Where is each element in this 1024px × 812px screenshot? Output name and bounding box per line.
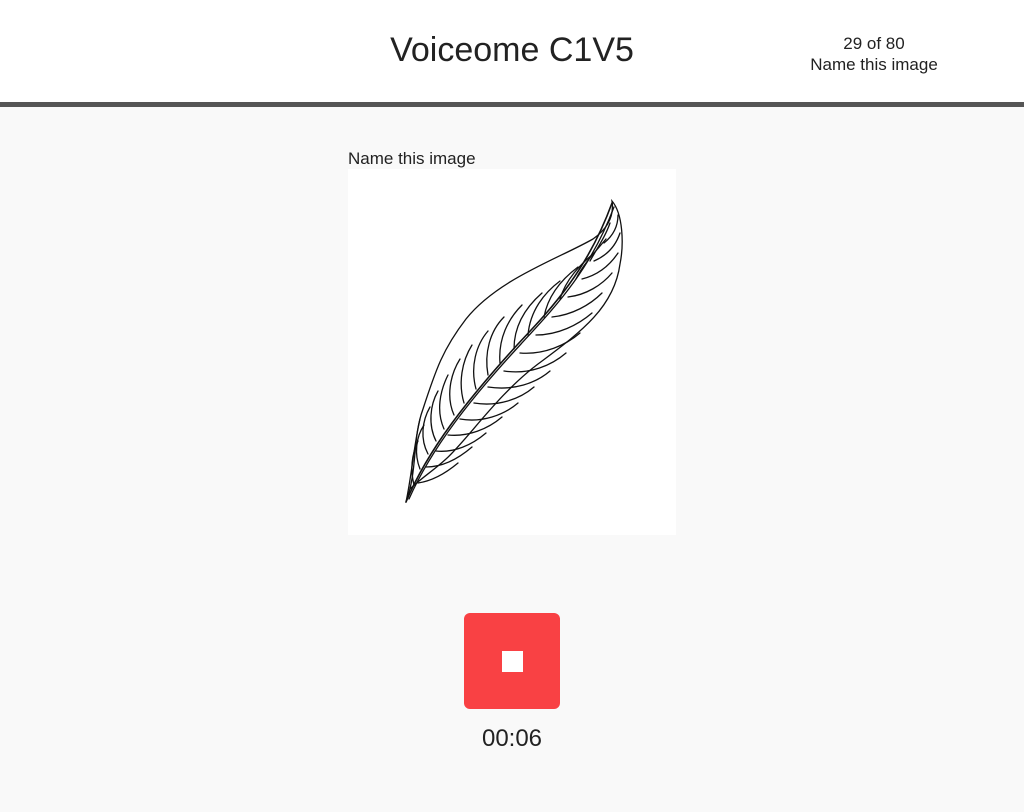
- stimulus-image: [348, 169, 676, 535]
- stop-recording-button[interactable]: [464, 613, 560, 709]
- feather-icon: [405, 198, 623, 503]
- task-label: Name this image: [810, 55, 938, 74]
- prompt-label: Name this image: [348, 149, 476, 168]
- recording-timer: 00:06: [481, 725, 543, 752]
- stop-icon: [502, 651, 523, 672]
- progress-count: 29 of 80: [843, 34, 905, 53]
- header: Voiceome C1V5 29 of 80 Name this image: [0, 0, 1024, 107]
- progress-info: 29 of 80 Name this image: [790, 33, 958, 75]
